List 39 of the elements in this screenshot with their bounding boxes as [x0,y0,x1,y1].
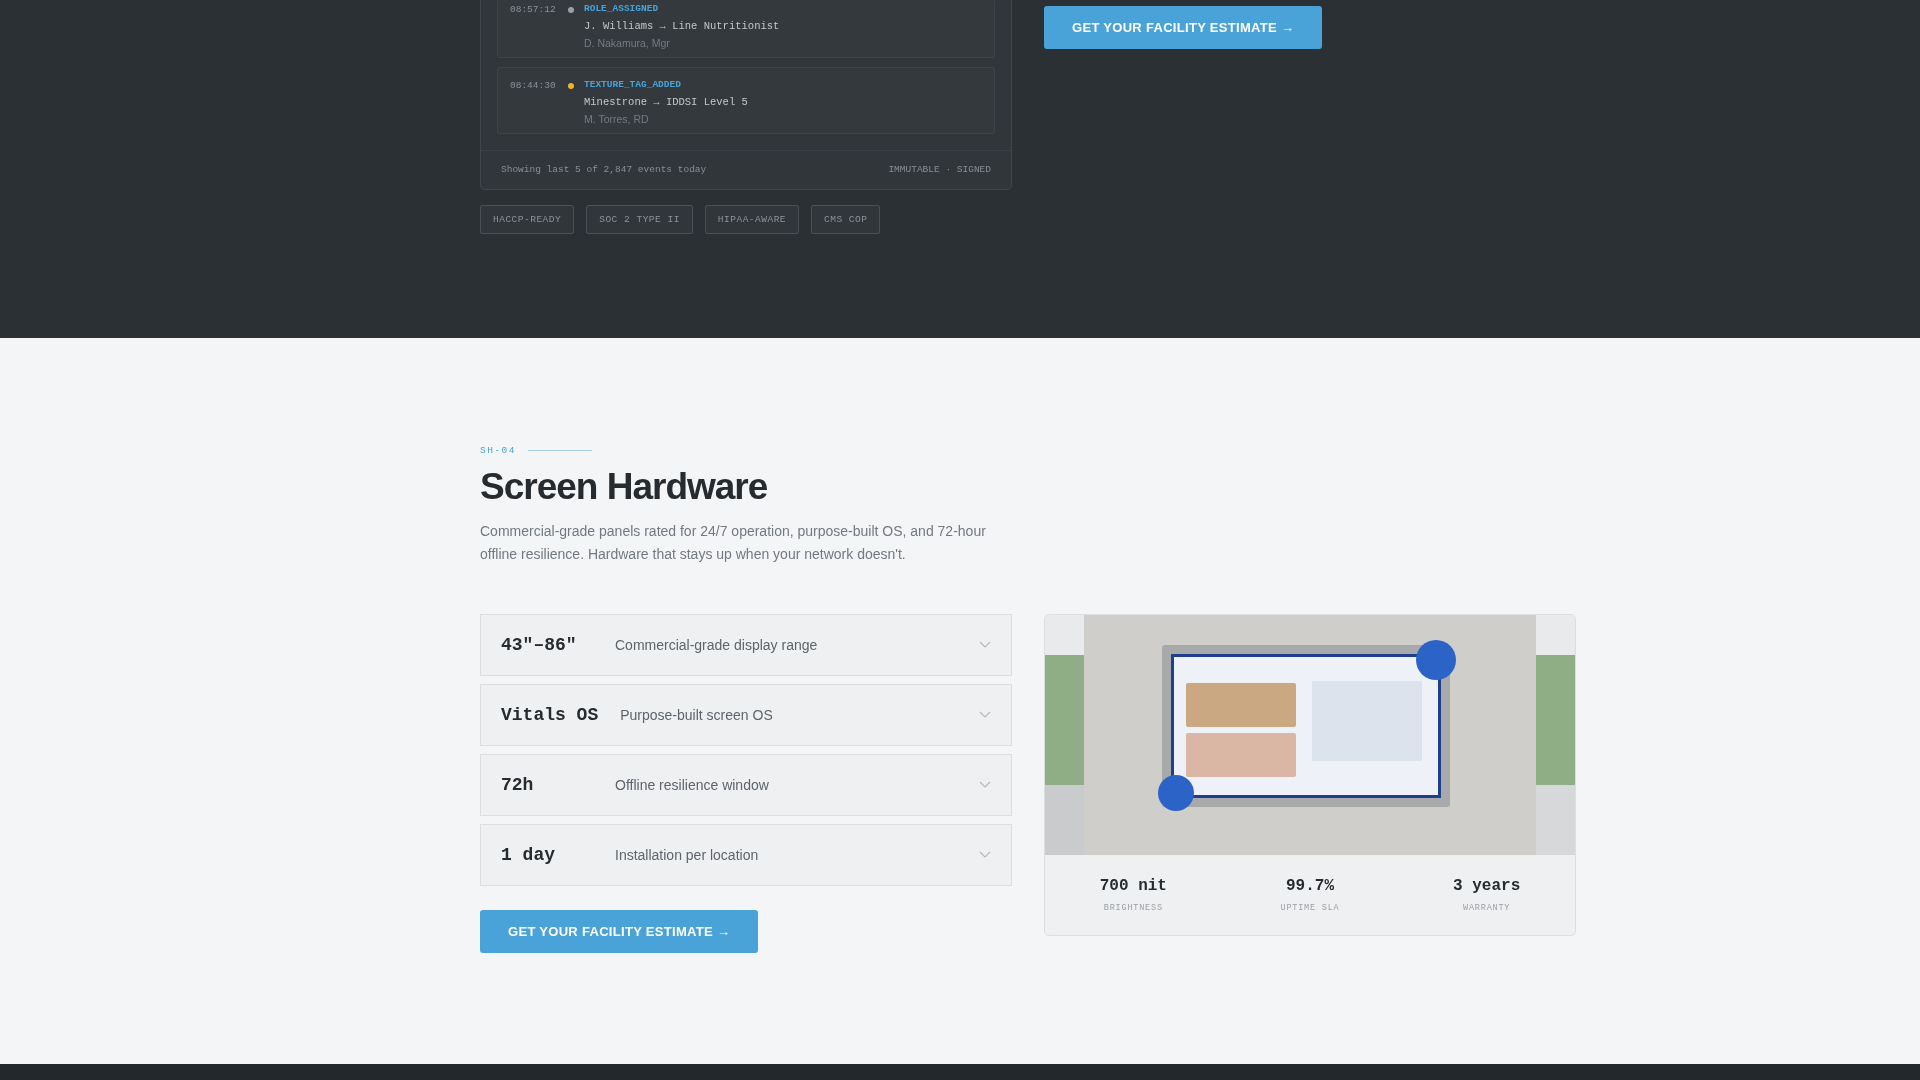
spec-row[interactable]: 72h Offline resilience window [480,754,1012,816]
spec-row[interactable]: 1 day Installation per location [480,824,1012,886]
certification-badge: SOC 2 TYPE II [586,205,693,234]
certification-badge: HIPAA-AWARE [704,205,800,234]
stat-value: 99.7% [1286,877,1334,895]
spec-label: Offline resilience window [615,777,770,793]
section-description: Commercial-grade panels rated for 24/7 operation, purpose-built OS, and 72-hour offline resilience. Hardware that stays up when your network doesn't. [480,522,987,564]
event-type: ROLE_ASSIGNED [584,2,660,15]
certification-badge: HACCP-READY [480,205,575,234]
event-detail: J. Williams → Line Nutritionist [584,20,781,32]
stat-label: WARRANTY [1463,903,1511,913]
spec-label: Purpose-built screen OS [620,707,774,723]
stat-value: 700 nit [1099,877,1167,895]
section-title: Screen Hardware [480,466,769,508]
chevron-icon [979,641,991,649]
event-actor: D. Nakamura, Mgr [584,37,671,49]
log-summary: Showing last 5 of 2,847 events today [501,164,707,175]
event-actor: M. Torres, RD [584,113,650,125]
spec-label: Installation per location [615,847,760,863]
spec-row[interactable]: 43"–86" Commercial-grade display range [480,614,1012,676]
chevron-icon [979,781,991,789]
chevron-icon [979,711,991,719]
stat-value: 3 years [1453,877,1521,895]
spec-value: Vitals OS [501,705,599,725]
spec-value: 1 day [501,845,556,865]
spec-label: Commercial-grade display range [615,637,819,653]
chevron-icon [979,851,991,859]
event-detail: Minestrone → IDDSI Level 5 [584,96,749,108]
stat-label: BRIGHTNESS [1103,903,1163,913]
event-time: 08:57:12 [510,3,557,17]
log-status: IMMUTABLE · SIGNED [888,164,991,175]
event-type: TEXTURE_TAG_ADDED [584,78,682,91]
certification-badge: CMS COP [811,205,881,234]
stat-label: UPTIME SLA [1280,903,1340,913]
section-code: SH-04 [480,445,516,456]
spec-value: 72h [501,775,535,795]
event-time: 08:44:30 [510,79,557,93]
spec-row[interactable]: Vitals OS Purpose-built screen OS [480,684,1012,746]
spec-value: 43"–86" [501,635,578,655]
